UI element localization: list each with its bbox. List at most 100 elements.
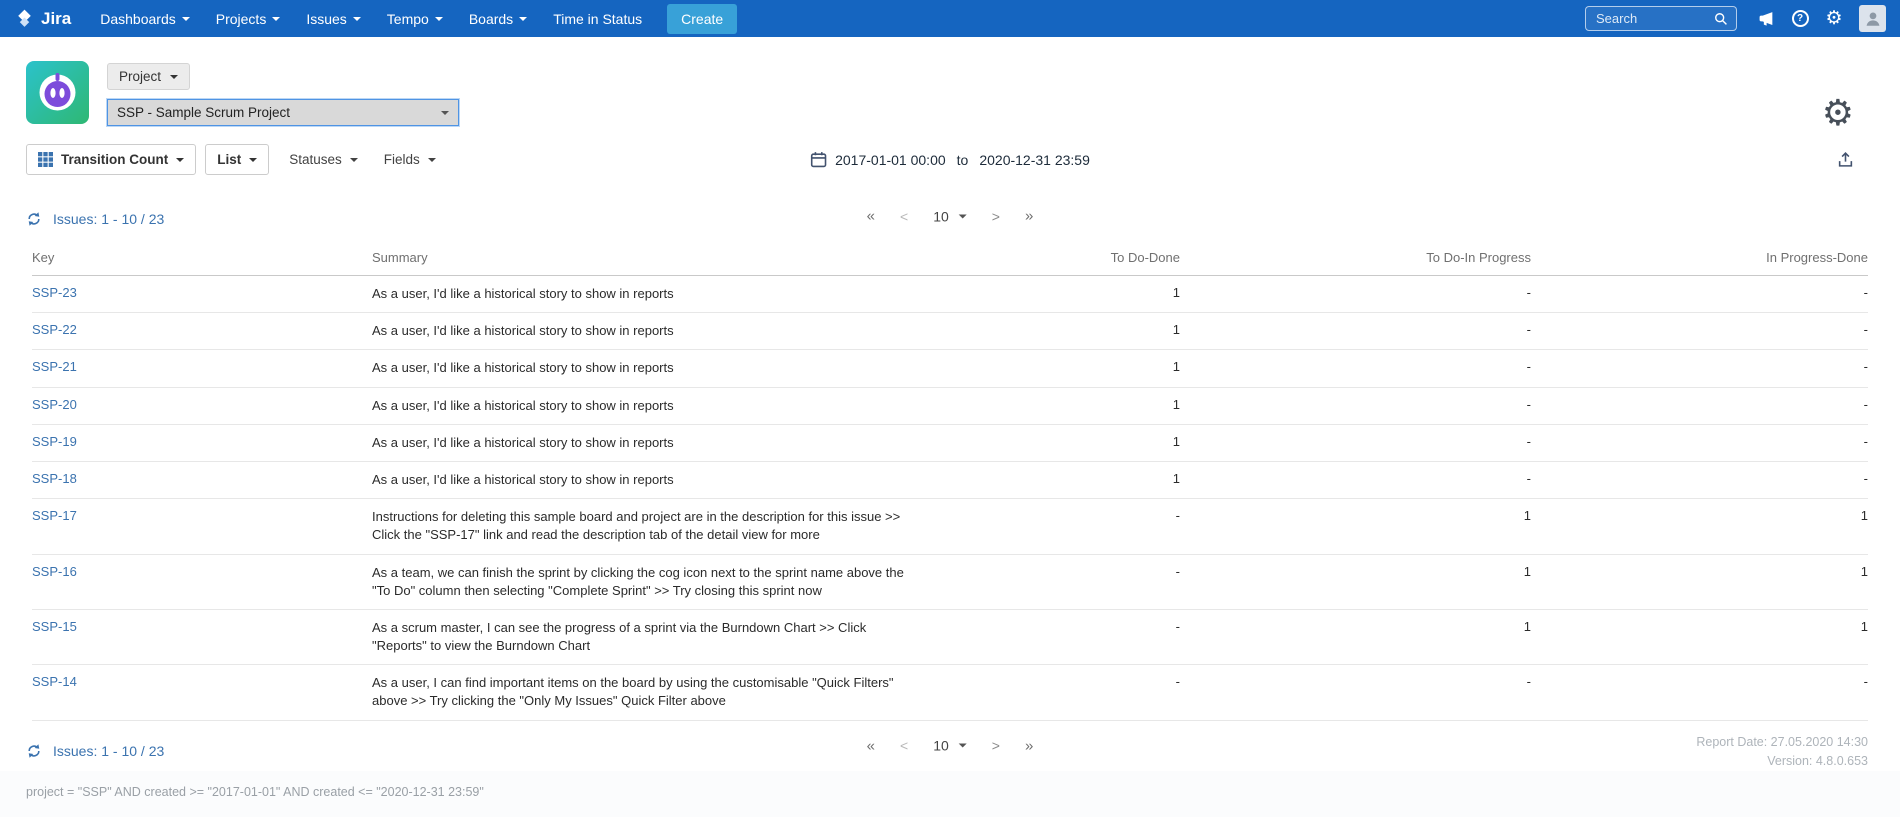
report-type-label: Transition Count [61, 152, 168, 167]
last-page-button[interactable]: » [1025, 737, 1033, 754]
refresh-arrows-icon [26, 743, 42, 759]
issue-key-link[interactable]: SSP-14 [32, 674, 77, 689]
date-range-picker[interactable]: 2017-01-01 00:00 to 2020-12-31 23:59 [810, 151, 1090, 168]
jql-query: project = "SSP" AND created >= "2017-01-… [26, 785, 484, 799]
issue-summary-cell: As a user, I can find important items on… [372, 665, 952, 720]
announcement-icon[interactable] [1751, 4, 1781, 34]
issue-key-link[interactable]: SSP-20 [32, 397, 77, 412]
chevron-down-icon [435, 17, 443, 21]
nav-item-time-in-status[interactable]: Time in Status [540, 0, 655, 37]
table-row: SSP-19 As a user, I'd like a historical s… [32, 424, 1868, 461]
pagination-top: « < 10 > » [867, 208, 1034, 225]
todo-inprogress-value: - [1180, 461, 1531, 498]
todo-done-value: - [952, 609, 1180, 664]
export-icon[interactable] [1837, 151, 1854, 168]
todo-inprogress-value: 1 [1180, 609, 1531, 664]
statuses-button[interactable]: Statuses [278, 145, 369, 174]
issue-summary-cell: As a user, I'd like a historical story t… [372, 461, 952, 498]
create-button[interactable]: Create [667, 4, 737, 34]
table-row: SSP-18 As a user, I'd like a historical s… [32, 461, 1868, 498]
nav-item-boards[interactable]: Boards [456, 0, 540, 37]
jira-home-link[interactable]: Jira [14, 8, 71, 29]
next-page-button[interactable]: > [992, 738, 1000, 754]
todo-inprogress-value: - [1180, 313, 1531, 350]
todo-inprogress-value: - [1180, 424, 1531, 461]
issue-key-link[interactable]: SSP-23 [32, 285, 77, 300]
todo-inprogress-value: 1 [1180, 499, 1531, 554]
inprogress-done-value: - [1531, 424, 1868, 461]
page-size-value: 10 [933, 208, 949, 224]
issues-count-label: Issues: 1 - 10 / 23 [53, 743, 164, 759]
project-select[interactable]: SSP - Sample Scrum Project [107, 99, 459, 126]
todo-inprogress-value: - [1180, 665, 1531, 720]
refresh-icon[interactable] [26, 743, 42, 759]
nav-item-label: Boards [469, 11, 513, 27]
page-size-select[interactable]: 10 [933, 208, 967, 224]
todo-inprogress-value: - [1180, 350, 1531, 387]
nav-item-label: Issues [306, 11, 346, 27]
inprogress-done-value: - [1531, 350, 1868, 387]
view-type-button[interactable]: List [205, 144, 269, 175]
issue-key-link[interactable]: SSP-19 [32, 434, 77, 449]
next-page-button[interactable]: > [992, 208, 1000, 224]
todo-done-value: 1 [952, 350, 1180, 387]
results-bar-top: Issues: 1 - 10 / 23 « < 10 > » [0, 193, 1900, 239]
fields-button[interactable]: Fields [373, 145, 447, 174]
issue-key-link[interactable]: SSP-15 [32, 619, 77, 634]
report-type-button[interactable]: Transition Count [26, 144, 196, 175]
project-select-value: SSP - Sample Scrum Project [117, 105, 290, 120]
column-header-inprogress-done: In Progress-Done [1531, 241, 1868, 276]
prev-page-button[interactable]: < [900, 208, 908, 224]
navbar-left: Jira Dashboards Projects Issues Tempo Boards… [14, 0, 737, 37]
search-box [1585, 6, 1737, 31]
issue-key-cell: SSP-17 [32, 499, 372, 554]
issue-key-link[interactable]: SSP-16 [32, 564, 77, 579]
issue-key-cell: SSP-15 [32, 609, 372, 664]
issue-key-link[interactable]: SSP-22 [32, 322, 77, 337]
table-row: SSP-21 As a user, I'd like a historical s… [32, 350, 1868, 387]
report-version: Version: 4.8.0.653 [1696, 752, 1868, 771]
issue-key-link[interactable]: SSP-17 [32, 508, 77, 523]
table-row: SSP-22 As a user, I'd like a historical s… [32, 313, 1868, 350]
issue-summary: As a user, I'd like a historical story t… [372, 397, 917, 415]
last-page-button[interactable]: » [1025, 208, 1033, 225]
top-navbar: Jira Dashboards Projects Issues Tempo Boards… [0, 0, 1900, 37]
todo-done-value: 1 [952, 276, 1180, 313]
nav-item-dashboards[interactable]: Dashboards [87, 0, 203, 37]
inprogress-done-value: 1 [1531, 554, 1868, 609]
issue-key-link[interactable]: SSP-21 [32, 359, 77, 374]
nav-item-label: Dashboards [100, 11, 176, 27]
prev-page-button[interactable]: < [900, 738, 908, 754]
project-scope-button[interactable]: Project [107, 63, 190, 90]
nav-item-issues[interactable]: Issues [293, 0, 373, 37]
user-avatar[interactable] [1859, 5, 1886, 32]
issue-summary-cell: As a user, I'd like a historical story t… [372, 387, 952, 424]
issue-summary: As a user, I'd like a historical story t… [372, 359, 917, 377]
issue-key-link[interactable]: SSP-18 [32, 471, 77, 486]
first-page-button[interactable]: « [867, 208, 875, 225]
refresh-icon[interactable] [26, 211, 42, 227]
admin-gear-icon[interactable]: ⚙ [1819, 4, 1849, 34]
app-logo [26, 61, 89, 124]
fields-label: Fields [384, 152, 420, 167]
issue-key-cell: SSP-16 [32, 554, 372, 609]
date-to: 2020-12-31 23:59 [979, 152, 1090, 168]
table-row: SSP-17Instructions for deleting this sam… [32, 499, 1868, 554]
table-row: SSP-16As a team, we can finish the sprin… [32, 554, 1868, 609]
nav-item-projects[interactable]: Projects [203, 0, 294, 37]
issue-summary: As a user, I'd like a historical story t… [372, 322, 917, 340]
issue-summary: As a user, I'd like a historical story t… [372, 434, 917, 452]
search-input[interactable] [1594, 10, 1714, 27]
todo-done-value: - [952, 499, 1180, 554]
chevron-down-icon [176, 158, 184, 162]
chevron-down-icon [350, 158, 358, 162]
statuses-label: Statuses [289, 152, 342, 167]
page-size-select[interactable]: 10 [933, 738, 967, 754]
report-settings-gear-icon[interactable]: ⚙ [1822, 95, 1854, 131]
user-silhouette-icon [1864, 10, 1882, 28]
help-icon[interactable]: ? [1785, 4, 1815, 34]
todo-done-value: - [952, 665, 1180, 720]
first-page-button[interactable]: « [867, 737, 875, 754]
nav-item-tempo[interactable]: Tempo [374, 0, 456, 37]
inprogress-done-value: - [1531, 313, 1868, 350]
